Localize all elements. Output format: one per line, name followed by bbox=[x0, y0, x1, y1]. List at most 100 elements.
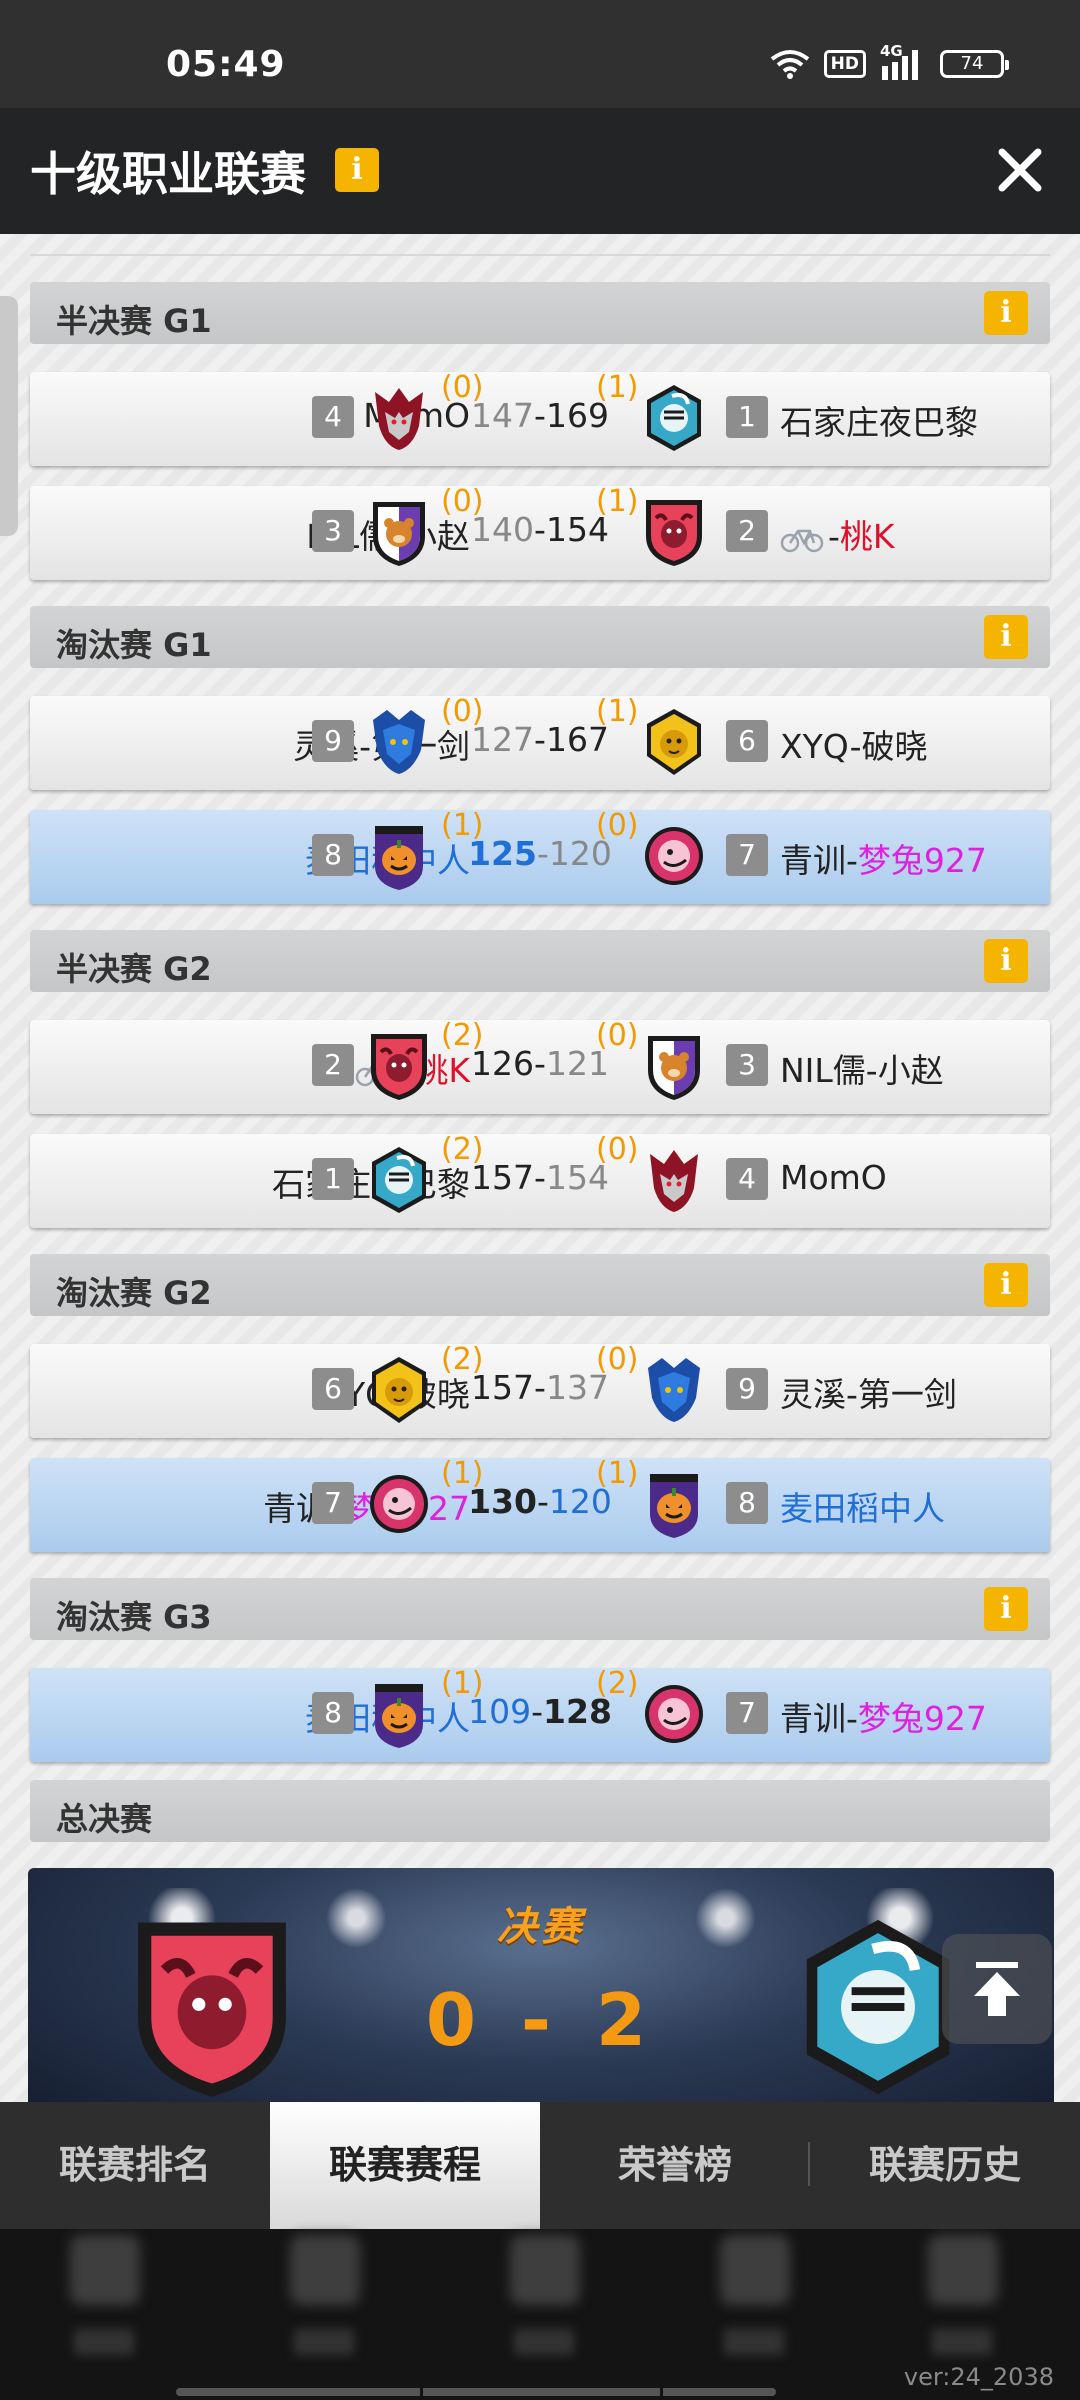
info-icon[interactable]: i bbox=[984, 939, 1028, 983]
divider bbox=[660, 2386, 663, 2400]
blurred-nav-label bbox=[932, 2329, 992, 2355]
right-series-wins: (0) bbox=[596, 808, 639, 843]
knight-crest-icon bbox=[788, 1912, 968, 2102]
signal-icon: 4G bbox=[880, 42, 926, 80]
match-row[interactable]: MomO 4 (0) 147-169 (1) 1 石家庄夜巴黎 bbox=[30, 370, 1050, 466]
bike-icon bbox=[780, 525, 824, 553]
right-series-wins: (0) bbox=[596, 1342, 639, 1377]
right-series-wins: (1) bbox=[596, 694, 639, 729]
section-label: 淘汰赛 G3 bbox=[56, 1598, 212, 1636]
left-seed-badge: 9 bbox=[312, 720, 354, 762]
schedule-content[interactable]: 半决赛 G1 i MomO 4 (0) 147-169 (1) 1 石家庄夜巴黎… bbox=[0, 234, 1080, 2102]
dragon-crest-icon bbox=[642, 1354, 706, 1426]
knight-crest-icon bbox=[367, 1144, 431, 1216]
bison-crest-icon bbox=[642, 496, 706, 568]
status-time: 05:49 bbox=[166, 44, 286, 85]
close-icon[interactable] bbox=[992, 142, 1048, 198]
right-team-name: 青训-梦兔927 bbox=[780, 841, 987, 880]
match-row[interactable]: NIL儒-小赵 3 (0) 140-154 (1) 2 -桃K bbox=[30, 484, 1050, 580]
blurred-nav-icon bbox=[510, 2235, 580, 2305]
right-team-name: 灵溪-第一剑 bbox=[780, 1375, 957, 1414]
bear-crest-icon bbox=[642, 1030, 706, 1102]
page-title: 十级职业联赛 bbox=[30, 147, 306, 201]
dino-crest-icon bbox=[367, 1468, 431, 1540]
section-header: 淘汰赛 G3 i bbox=[30, 1578, 1050, 1640]
wolf-crest-icon bbox=[367, 382, 431, 454]
final-banner[interactable]: 决赛 0 - 2 bbox=[28, 1868, 1054, 2102]
dragon-crest-icon bbox=[367, 706, 431, 778]
home-indicator[interactable] bbox=[176, 2388, 776, 2396]
tab-league-ranking[interactable]: 联赛排名 bbox=[0, 2102, 270, 2229]
info-icon[interactable]: i bbox=[984, 1263, 1028, 1307]
match-row[interactable]: XYQ-破晓 6 (2) 157-137 (0) 9 灵溪-第一剑 bbox=[30, 1342, 1050, 1438]
right-seed-badge: 1 bbox=[726, 396, 768, 438]
right-series-wins: (0) bbox=[596, 1132, 639, 1167]
blurred-nav-label bbox=[294, 2329, 354, 2355]
bear-crest-icon bbox=[367, 496, 431, 568]
app-header: 十级职业联赛 i bbox=[0, 108, 1080, 234]
section-label: 淘汰赛 G1 bbox=[56, 626, 212, 664]
match-row[interactable]: 石家庄夜巴黎 1 (2) 157-154 (0) 4 MomO bbox=[30, 1132, 1050, 1228]
wifi-icon bbox=[770, 50, 809, 79]
right-seed-badge: 6 bbox=[726, 720, 768, 762]
match-row[interactable]: 麦田稻中人 8 (1) 125-120 (0) 7 青训-梦兔927 bbox=[30, 808, 1050, 904]
right-series-wins: (0) bbox=[596, 1018, 639, 1053]
right-team-name: 青训-梦兔927 bbox=[780, 1699, 987, 1738]
lion-crest-icon bbox=[642, 706, 706, 778]
blurred-nav-icon bbox=[928, 2235, 998, 2305]
right-seed-badge: 7 bbox=[726, 834, 768, 876]
bottom-tabbar: 联赛排名 联赛赛程 荣誉榜 联赛历史 bbox=[0, 2102, 1080, 2229]
blurred-bottom-nav: ver:24_2038 bbox=[0, 2229, 1080, 2400]
section-header: 淘汰赛 G1 i bbox=[30, 606, 1050, 668]
blurred-nav-icon bbox=[290, 2235, 360, 2305]
right-team-name: NIL儒-小赵 bbox=[780, 1051, 944, 1090]
blurred-nav-icon bbox=[720, 2235, 790, 2305]
dino-crest-icon bbox=[642, 1678, 706, 1750]
right-team-name: 石家庄夜巴黎 bbox=[780, 403, 978, 442]
right-series-wins: (1) bbox=[596, 1456, 639, 1491]
info-icon[interactable]: i bbox=[984, 615, 1028, 659]
section-label: 半决赛 G1 bbox=[56, 302, 212, 340]
tab-honor-roll[interactable]: 荣誉榜 bbox=[540, 2102, 810, 2229]
right-team-name: XYQ-破晓 bbox=[780, 727, 928, 766]
section-label: 总决赛 bbox=[56, 1800, 153, 1838]
right-seed-badge: 9 bbox=[726, 1368, 768, 1410]
divider bbox=[420, 2386, 423, 2400]
left-seed-badge: 7 bbox=[312, 1482, 354, 1524]
right-seed-badge: 7 bbox=[726, 1692, 768, 1734]
scroll-top-icon[interactable] bbox=[942, 1934, 1052, 2044]
blurred-nav-icon bbox=[70, 2235, 140, 2305]
pumpkin-crest-icon bbox=[367, 820, 431, 892]
right-seed-badge: 4 bbox=[726, 1158, 768, 1200]
right-team-name: MomO bbox=[780, 1158, 887, 1197]
left-seed-badge: 2 bbox=[312, 1044, 354, 1086]
right-series-wins: (1) bbox=[596, 484, 639, 519]
info-icon[interactable]: i bbox=[335, 148, 379, 192]
battery-indicator: 74 bbox=[940, 50, 1009, 78]
match-row[interactable]: 麦田稻中人 8 (1) 109-128 (2) 7 青训-梦兔927 bbox=[30, 1666, 1050, 1762]
match-row[interactable]: -桃K 2 (2) 126-121 (0) 3 NIL儒-小赵 bbox=[30, 1018, 1050, 1114]
info-icon[interactable]: i bbox=[984, 291, 1028, 335]
version-label: ver:24_2038 bbox=[903, 2363, 1054, 2391]
bison-crest-icon bbox=[122, 1912, 302, 2102]
match-row[interactable]: 灵溪-第一剑 9 (0) 127-167 (1) 6 XYQ-破晓 bbox=[30, 694, 1050, 790]
tab-league-schedule[interactable]: 联赛赛程 bbox=[270, 2102, 540, 2229]
section-header: 半决赛 G2 i bbox=[30, 930, 1050, 992]
info-icon[interactable]: i bbox=[984, 1587, 1028, 1631]
status-icons: HD 4G 74 bbox=[770, 42, 1009, 80]
bison-crest-icon bbox=[367, 1030, 431, 1102]
pumpkin-crest-icon bbox=[367, 1678, 431, 1750]
section-header: 半决赛 G1 i bbox=[30, 282, 1050, 344]
tab-league-history[interactable]: 联赛历史 bbox=[810, 2102, 1080, 2229]
side-drawer-handle[interactable] bbox=[0, 296, 18, 536]
lion-crest-icon bbox=[367, 1354, 431, 1426]
right-series-wins: (2) bbox=[596, 1666, 639, 1701]
section-label: 半决赛 G2 bbox=[56, 950, 212, 988]
divider bbox=[30, 254, 1050, 256]
section-header: 总决赛 bbox=[30, 1780, 1050, 1842]
left-seed-badge: 3 bbox=[312, 510, 354, 552]
knight-crest-icon bbox=[642, 382, 706, 454]
section-header: 淘汰赛 G2 i bbox=[30, 1254, 1050, 1316]
match-row[interactable]: 青训-梦兔927 7 (1) 130-120 (1) 8 麦田稻中人 bbox=[30, 1456, 1050, 1552]
pumpkin-crest-icon bbox=[642, 1468, 706, 1540]
